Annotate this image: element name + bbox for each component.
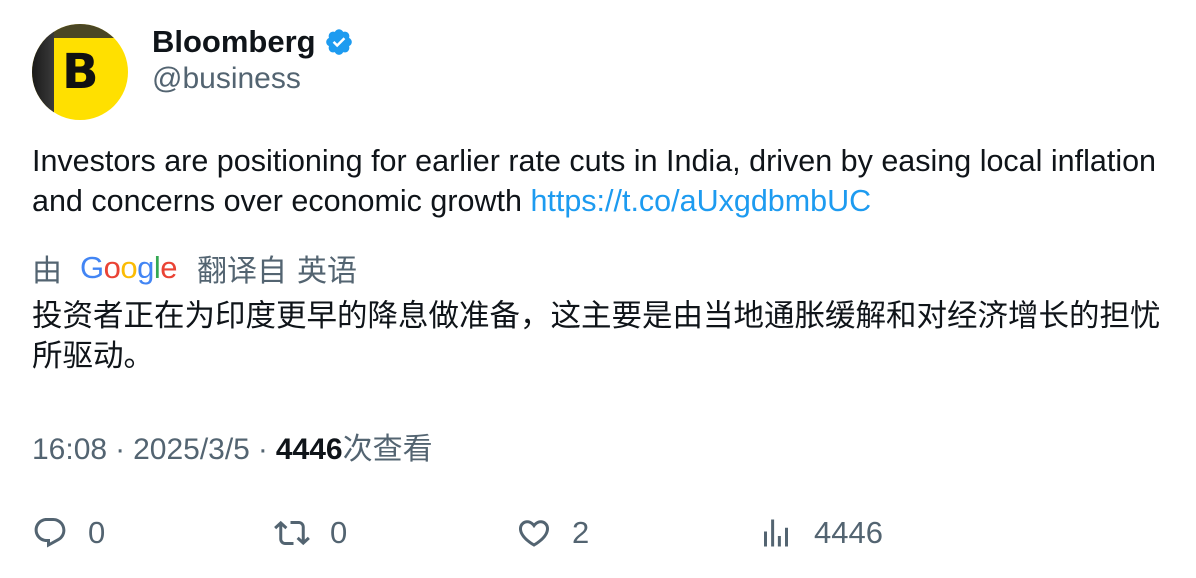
translated-from-label: 翻译自 bbox=[197, 255, 288, 288]
source-language: 英语 bbox=[297, 255, 358, 288]
meta-separator: · bbox=[115, 433, 126, 466]
meta-separator: · bbox=[257, 433, 268, 466]
reply-button[interactable]: 0 bbox=[32, 508, 105, 558]
avatar[interactable]: B bbox=[32, 24, 128, 120]
tweet-time[interactable]: 16:08 bbox=[32, 433, 107, 467]
author-name-row: Bloomberg bbox=[152, 22, 354, 62]
retweet-count: 0 bbox=[330, 515, 348, 550]
translation-attribution: 由 Google 翻译自 英语 bbox=[32, 246, 357, 290]
reply-count: 0 bbox=[88, 515, 106, 550]
avatar-shade-left bbox=[32, 24, 54, 120]
like-count: 2 bbox=[572, 515, 590, 550]
like-button[interactable]: 2 bbox=[516, 508, 589, 558]
tweet-link[interactable]: https://t.co/aUxgdbmbUC bbox=[530, 184, 871, 218]
views-action-count: 4446 bbox=[814, 515, 883, 550]
verified-badge-icon[interactable] bbox=[324, 27, 354, 57]
tweet-card: B Bloomberg @business Investors are posi… bbox=[0, 0, 1196, 578]
translated-text: 投资者正在为印度更早的降息做准备，这主要是由当地通胀缓解和对经济增长的担忧所驱动… bbox=[32, 299, 1161, 373]
retweet-button[interactable]: 0 bbox=[274, 508, 347, 558]
heart-icon bbox=[518, 520, 550, 547]
analytics-icon bbox=[764, 519, 788, 547]
translated-by-label: 由 bbox=[32, 255, 62, 288]
action-bar: 0 0 2 4446 bbox=[0, 508, 1196, 558]
google-logo[interactable]: Google bbox=[80, 250, 178, 286]
display-name[interactable]: Bloomberg bbox=[152, 24, 316, 60]
views-button[interactable]: 4446 bbox=[758, 508, 883, 558]
avatar-letter: B bbox=[62, 44, 99, 100]
handle[interactable]: @business bbox=[152, 62, 301, 96]
retweet-icon bbox=[274, 520, 310, 546]
tweet-text: Investors are positioning for earlier ra… bbox=[32, 141, 1162, 221]
tweet-date[interactable]: 2025/3/5 bbox=[133, 433, 250, 467]
views-label: 次查看 bbox=[342, 433, 433, 466]
tweet-meta: 16:08 · 2025/3/5 · 4446 次查看 bbox=[32, 424, 433, 468]
views-count: 4446 bbox=[275, 433, 343, 466]
reply-icon bbox=[34, 518, 66, 548]
